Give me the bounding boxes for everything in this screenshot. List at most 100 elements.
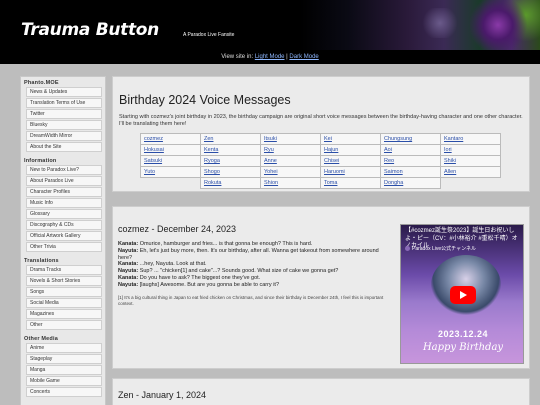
character-link[interactable]: Shion (260, 177, 321, 189)
post-cozmez: cozmez - December 24, 2023 Kanata: Omuri… (112, 206, 530, 369)
character-link[interactable]: Shogo (200, 166, 261, 178)
character-row: Hokusai Kenta Ryu Hajun Aoi Iori (140, 144, 501, 156)
dialogue-line: Kanata: Omurice, hamburger and fries... … (118, 241, 388, 248)
dialogue-text: Eh, let's just buy more, then. It's our … (118, 247, 379, 261)
character-link[interactable]: Aoi (380, 144, 441, 156)
character-link[interactable]: Yohei (260, 166, 321, 178)
dialogue-text: Omurice, hamburger and fries... is that … (138, 241, 313, 247)
channel-name: Paradox Live公式チャンネル (412, 246, 477, 252)
speaker-name: Nayuta: (118, 247, 139, 254)
sidebar-heading-information: Information (24, 158, 57, 164)
sidebar-item-concerts[interactable]: Concerts (26, 387, 102, 397)
sidebar-item-anime[interactable]: Anime (26, 343, 102, 353)
sidebar-item-manga[interactable]: Manga (26, 365, 102, 375)
character-link-table: cozmez Zen Itsuki Kei Chungsung Kantaro Hokusa… (140, 133, 501, 189)
character-link[interactable]: Rokuta (200, 177, 261, 189)
character-link[interactable]: Hajun (320, 144, 381, 156)
character-link[interactable]: Dongha (380, 177, 441, 189)
character-link[interactable]: Kei (320, 133, 381, 145)
speaker-name: Kanata: (118, 261, 139, 268)
sidebar-item-about-site[interactable]: About the Site (26, 142, 102, 152)
character-link[interactable]: Zen (200, 133, 261, 145)
sidebar-item-discography[interactable]: Discography & CDs (26, 220, 102, 230)
video-caption: Happy Birthday (422, 342, 504, 353)
character-link[interactable]: Ryu (260, 144, 321, 156)
sidebar-item-glossary[interactable]: Glossary (26, 209, 102, 219)
video-channel[interactable]: Paradox Live公式チャンネル (405, 245, 476, 252)
footnote: [1] It's a big cultural thing in Japan t… (118, 295, 384, 306)
character-link[interactable]: Iori (440, 144, 501, 156)
page-title: Birthday 2024 Voice Messages (119, 93, 291, 107)
sidebar-item-bluesky[interactable]: Bluesky (26, 120, 102, 130)
character-link[interactable]: Haruomi (320, 166, 381, 178)
intro-text: Starting with cozmez's joint birthday in… (119, 114, 523, 127)
sidebar-item-translation-terms[interactable]: Translation Terms of Use (26, 98, 102, 108)
main-panel: Birthday 2024 Voice Messages Starting wi… (112, 76, 530, 192)
character-row: Yuto Shogo Yohei Haruomi Saimon Allen (140, 166, 501, 178)
sidebar-item-songs[interactable]: Songs (26, 287, 102, 297)
character-link[interactable]: cozmez (140, 133, 201, 145)
youtube-embed[interactable]: 【#cozmez誕生祭2023】誕生日お祝いしよ・ピー（CV：#小林裕介 #重松… (400, 224, 524, 364)
view-mode-label: View site in: (221, 54, 255, 60)
sidebar-item-novels[interactable]: Novels & Short Stories (26, 276, 102, 286)
character-link[interactable]: Ryoga (200, 155, 261, 167)
dialogue-line: Nayuta: Sup? ... "chicken[1] and cake"..… (118, 268, 388, 275)
sidebar-item-character-profiles[interactable]: Character Profiles (26, 187, 102, 197)
sidebar-item-news[interactable]: News & Updates (26, 87, 102, 97)
character-link[interactable]: Satsuki (140, 155, 201, 167)
sidebar-item-twitter[interactable]: Twitter (26, 109, 102, 119)
sidebar-item-social-media[interactable]: Social Media (26, 298, 102, 308)
character-link[interactable]: Anne (260, 155, 321, 167)
character-row: cozmez Zen Itsuki Kei Chungsung Kantaro (140, 133, 501, 145)
character-link[interactable]: Saimon (380, 166, 441, 178)
character-link[interactable]: Toma (320, 177, 381, 189)
banner-artwork-glow (420, 8, 460, 38)
dialogue-text: Sup? ... "chicken[1] and cake"...? Sound… (138, 268, 339, 275)
light-mode-link[interactable]: Light Mode (255, 54, 285, 60)
site-title[interactable]: Trauma Button (21, 20, 159, 40)
sidebar-item-music-info[interactable]: Music Info (26, 198, 102, 208)
video-character-art (431, 255, 501, 315)
sidebar-item-about-paradox[interactable]: About Paradox Live (26, 176, 102, 186)
character-link[interactable]: Yuto (140, 166, 201, 178)
sidebar-heading-translations: Translations (24, 258, 59, 264)
dark-mode-link[interactable]: Dark Mode (289, 54, 318, 60)
sidebar-item-dreamwidth[interactable]: DreamWidth Mirror (26, 131, 102, 141)
character-link[interactable]: Hokusai (140, 144, 201, 156)
sidebar-item-magazines[interactable]: Magazines (26, 309, 102, 319)
dialogue-text: ...hey, Nayuta. Look at that. (138, 261, 207, 268)
speaker-name: Nayuta: (118, 281, 139, 288)
dialogue: Kanata: Omurice, hamburger and fries... … (118, 241, 388, 289)
character-link[interactable]: Allen (440, 166, 501, 178)
sidebar-item-artwork-gallery[interactable]: Official Artwork Gallery (26, 231, 102, 241)
character-link[interactable]: Shiki (440, 155, 501, 167)
character-link[interactable]: Itsuki (260, 133, 321, 145)
site-banner: Trauma Button A Paradox Live Fansite (0, 0, 540, 50)
sidebar-item-mobile-game[interactable]: Mobile Game (26, 376, 102, 386)
banner-artwork-character (470, 0, 540, 50)
sidebar-item-new-to-paradox[interactable]: New to Paradox Live? (26, 165, 102, 175)
sidebar-item-stageplay[interactable]: Stageplay (26, 354, 102, 364)
channel-avatar (405, 246, 410, 252)
speaker-name: Nayuta: (118, 268, 139, 275)
dialogue-line: Nayuta: [laughs] Awesome. But are you go… (118, 282, 388, 289)
character-link[interactable]: Chisei (320, 155, 381, 167)
character-link[interactable]: Reo (380, 155, 441, 167)
sidebar-item-other[interactable]: Other (26, 320, 102, 330)
character-link[interactable]: Kenta (200, 144, 261, 156)
sidebar-item-other-trivia[interactable]: Other Trivia (26, 242, 102, 252)
empty-cell (141, 178, 201, 189)
dialogue-text: [laughs] Awesome. But are you gonna be a… (138, 281, 280, 288)
view-mode-bar: View site in: Light Mode | Dark Mode (0, 50, 540, 64)
character-row: Satsuki Ryoga Anne Chisei Reo Shiki (140, 155, 501, 167)
speaker-name: Kanata: (118, 274, 139, 281)
post-title: cozmez - December 24, 2023 (118, 224, 237, 234)
video-date: 2023.12.24 (437, 329, 489, 339)
character-link[interactable]: Chungsung (380, 133, 441, 145)
play-button-icon[interactable] (450, 286, 476, 304)
site-subtitle: A Paradox Live Fansite (183, 32, 235, 38)
dialogue-line: Nayuta: Eh, let's just buy more, then. I… (118, 248, 388, 262)
sidebar-heading-phanto: Phanto.MOE (24, 80, 59, 86)
sidebar-item-drama-tracks[interactable]: Drama Tracks (26, 265, 102, 275)
character-link[interactable]: Kantaro (440, 133, 501, 145)
